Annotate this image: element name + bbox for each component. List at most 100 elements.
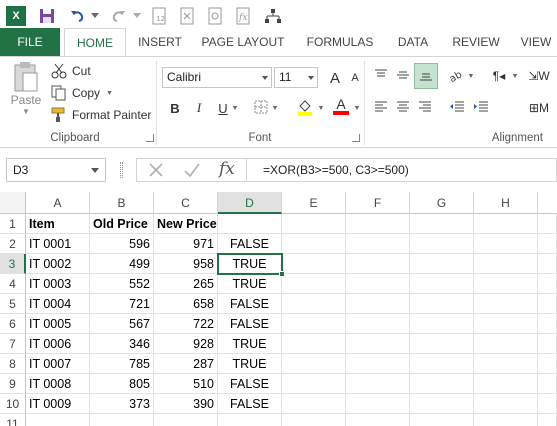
row-header[interactable]: 4 <box>0 274 26 294</box>
cell[interactable] <box>346 294 410 314</box>
tab-page-layout[interactable]: PAGE LAYOUT <box>196 28 290 56</box>
cell[interactable] <box>282 234 346 254</box>
tab-insert[interactable]: INSERT <box>130 28 190 56</box>
orientation-button[interactable]: ab <box>446 65 468 87</box>
format-painter-button[interactable]: Format Painter <box>50 105 151 125</box>
name-box[interactable]: D3 <box>6 158 106 182</box>
cell[interactable]: 971 <box>154 234 218 254</box>
cell[interactable]: IT 0004 <box>26 294 90 314</box>
cell[interactable] <box>474 314 538 334</box>
formula-input[interactable]: =XOR(B3>=500, C3>=500) <box>246 158 557 182</box>
cell[interactable]: TRUE <box>218 274 282 294</box>
wrap-text-icon[interactable]: ⇲W <box>528 65 550 87</box>
cell[interactable]: FALSE <box>218 234 282 254</box>
cell[interactable]: IT 0001 <box>26 234 90 254</box>
cell[interactable] <box>282 414 346 426</box>
cell[interactable]: IT 0002 <box>26 254 90 274</box>
cell[interactable] <box>218 414 282 426</box>
align-right-button[interactable] <box>414 97 436 119</box>
cell[interactable]: 596 <box>90 234 154 254</box>
cell[interactable] <box>410 394 474 414</box>
column-header-c[interactable]: C <box>154 192 218 214</box>
cell[interactable] <box>538 254 557 274</box>
cell[interactable] <box>282 294 346 314</box>
cell[interactable]: TRUE <box>218 334 282 354</box>
tab-review[interactable]: REVIEW <box>446 28 506 56</box>
header-cell[interactable]: New Price <box>154 214 218 234</box>
find-icon[interactable] <box>204 5 226 27</box>
column-header-e[interactable]: E <box>282 192 346 214</box>
column-header-g[interactable]: G <box>410 192 474 214</box>
cancel-icon[interactable] <box>147 161 165 182</box>
cell[interactable] <box>282 214 346 234</box>
sort-icon[interactable] <box>176 5 198 27</box>
tab-file[interactable]: FILE <box>0 28 60 56</box>
cell[interactable]: IT 0008 <box>26 374 90 394</box>
column-header-b[interactable]: B <box>90 192 154 214</box>
row-header[interactable]: 11 <box>0 414 26 426</box>
cell[interactable] <box>346 414 410 426</box>
fill-color-dropdown-icon[interactable]: ▼ <box>316 97 326 119</box>
cell[interactable]: IT 0005 <box>26 314 90 334</box>
redo-dropdown-icon[interactable] <box>132 5 142 27</box>
cell[interactable]: FALSE <box>218 314 282 334</box>
cell[interactable] <box>282 374 346 394</box>
hierarchy-icon[interactable] <box>262 5 284 27</box>
borders-dropdown-icon[interactable]: ▼ <box>270 97 280 119</box>
cell[interactable] <box>474 394 538 414</box>
fill-handle[interactable] <box>279 271 285 277</box>
cell[interactable] <box>538 314 557 334</box>
cell[interactable] <box>346 234 410 254</box>
paragraph-direction-button[interactable]: ¶◂ <box>488 65 510 87</box>
row-header[interactable]: 3 <box>0 254 26 274</box>
function-icon[interactable]: fx <box>232 5 254 27</box>
clipboard-launcher-icon[interactable] <box>146 134 154 142</box>
cell[interactable]: FALSE <box>218 294 282 314</box>
cell[interactable] <box>474 334 538 354</box>
cell[interactable]: 346 <box>90 334 154 354</box>
page-icon[interactable]: 12 <box>148 5 170 27</box>
row-header[interactable]: 1 <box>0 214 26 234</box>
cut-button[interactable]: Cut <box>50 61 91 81</box>
cell[interactable]: TRUE <box>218 354 282 374</box>
align-middle-button[interactable] <box>392 65 414 87</box>
cell[interactable] <box>538 374 557 394</box>
cell[interactable] <box>410 234 474 254</box>
cell[interactable]: 658 <box>154 294 218 314</box>
bold-button[interactable]: B <box>164 97 186 119</box>
paste-button[interactable]: Paste ▼ <box>8 61 44 121</box>
undo-icon[interactable] <box>66 5 88 27</box>
cell[interactable]: IT 0006 <box>26 334 90 354</box>
cell[interactable] <box>410 314 474 334</box>
cell[interactable]: 499 <box>90 254 154 274</box>
cell[interactable] <box>538 394 557 414</box>
cell[interactable]: 958 <box>154 254 218 274</box>
cell[interactable] <box>346 314 410 334</box>
fill-color-button[interactable] <box>294 97 316 119</box>
cell[interactable] <box>282 334 346 354</box>
font-name-select[interactable]: Calibri <box>162 67 272 88</box>
column-header-f[interactable]: F <box>346 192 410 214</box>
orientation-dropdown-icon[interactable]: ▼ <box>466 65 476 87</box>
align-center-button[interactable] <box>392 97 414 119</box>
cell[interactable]: FALSE <box>218 374 282 394</box>
save-icon[interactable] <box>36 5 58 27</box>
cell[interactable] <box>538 334 557 354</box>
cell[interactable] <box>474 214 538 234</box>
borders-button[interactable] <box>250 97 272 119</box>
italic-button[interactable]: I <box>188 97 210 119</box>
cell[interactable] <box>474 414 538 426</box>
row-header[interactable]: 6 <box>0 314 26 334</box>
cell[interactable]: IT 0009 <box>26 394 90 414</box>
cell[interactable] <box>410 354 474 374</box>
copy-button[interactable]: Copy ▼ <box>50 83 113 103</box>
grow-font-button[interactable]: A <box>324 67 346 89</box>
cell[interactable] <box>218 214 282 234</box>
cell[interactable] <box>346 274 410 294</box>
cell[interactable] <box>410 214 474 234</box>
cell[interactable]: 721 <box>90 294 154 314</box>
cell[interactable] <box>538 214 557 234</box>
cell[interactable] <box>346 214 410 234</box>
font-size-select[interactable]: 11 <box>274 67 318 88</box>
header-cell[interactable]: Old Price <box>90 214 154 234</box>
